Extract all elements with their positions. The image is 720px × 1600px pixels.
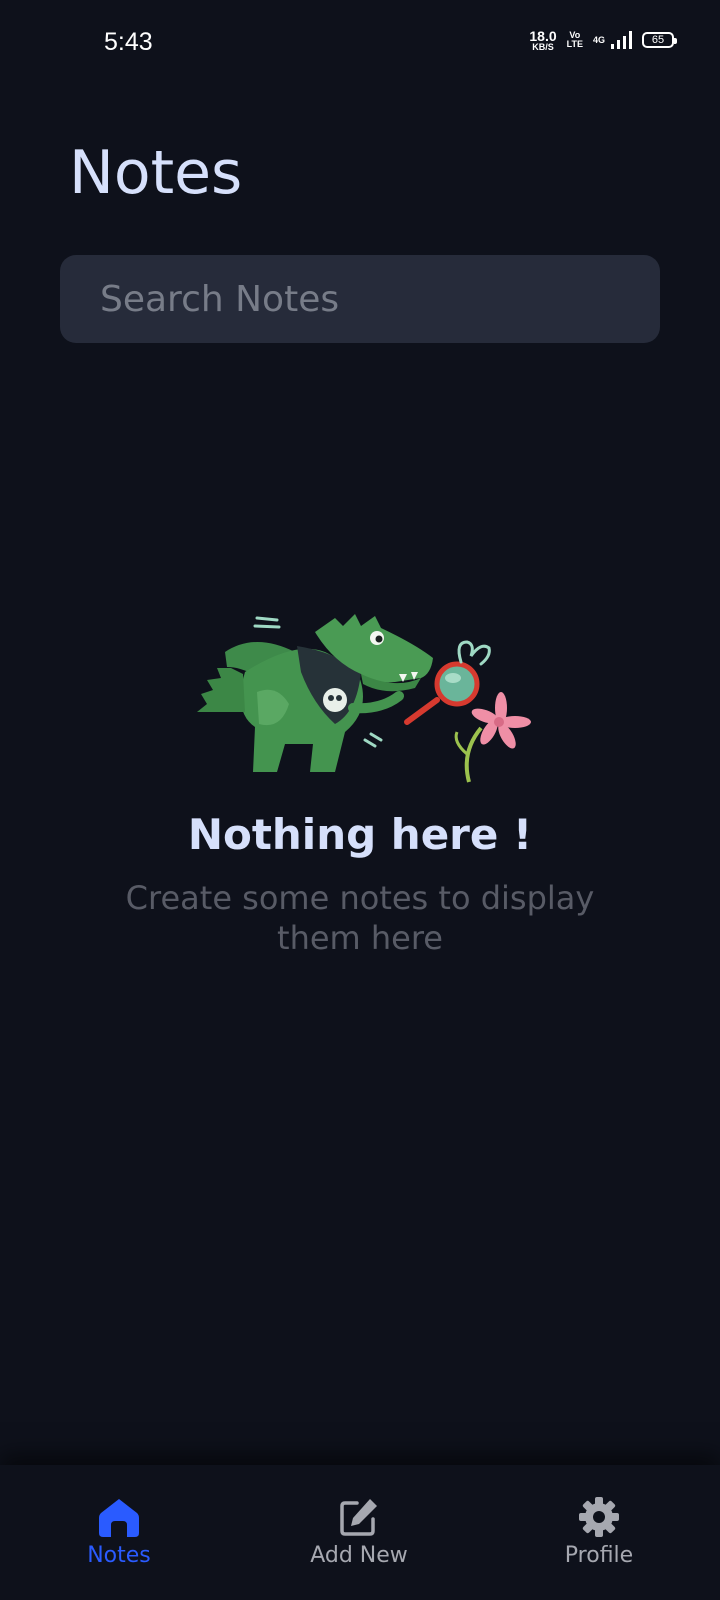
status-indicators: 18.0 KB/S Vo LTE 4G 65 (529, 28, 677, 52)
volte-indicator: Vo LTE (567, 31, 583, 49)
empty-state-subtitle: Create some notes to display them here (125, 879, 595, 957)
battery-level: 65 (651, 34, 665, 47)
home-icon (99, 1499, 139, 1537)
search-input[interactable] (60, 255, 660, 343)
nav-label-notes: Notes (87, 1543, 151, 1568)
empty-state-title: Nothing here ! (187, 810, 533, 859)
network-speed-unit: KB/S (532, 41, 554, 52)
gear-icon (579, 1497, 619, 1537)
nav-label-add-new: Add New (310, 1543, 408, 1568)
page-title: Notes (69, 138, 243, 208)
status-bar: 5:43 18.0 KB/S Vo LTE 4G 65 (0, 0, 720, 90)
signal-strength-icon (611, 31, 632, 50)
battery-icon: 65 (642, 32, 677, 49)
network-speed-value: 18.0 (529, 28, 557, 44)
nav-label-profile: Profile (564, 1543, 634, 1568)
volte-bottom: LTE (566, 39, 583, 50)
bottom-navigation: Notes Add New Profile (0, 1465, 720, 1600)
network-speed: 18.0 KB/S (529, 28, 557, 52)
nav-item-add-new[interactable]: Add New (279, 1495, 439, 1568)
status-time: 5:43 (104, 28, 153, 56)
nav-item-notes[interactable]: Notes (39, 1495, 199, 1568)
dinosaur-magnifier-illustration (197, 614, 531, 783)
nav-item-profile[interactable]: Profile (519, 1495, 679, 1568)
edit-note-icon (340, 1499, 377, 1536)
network-type: 4G (592, 35, 605, 46)
